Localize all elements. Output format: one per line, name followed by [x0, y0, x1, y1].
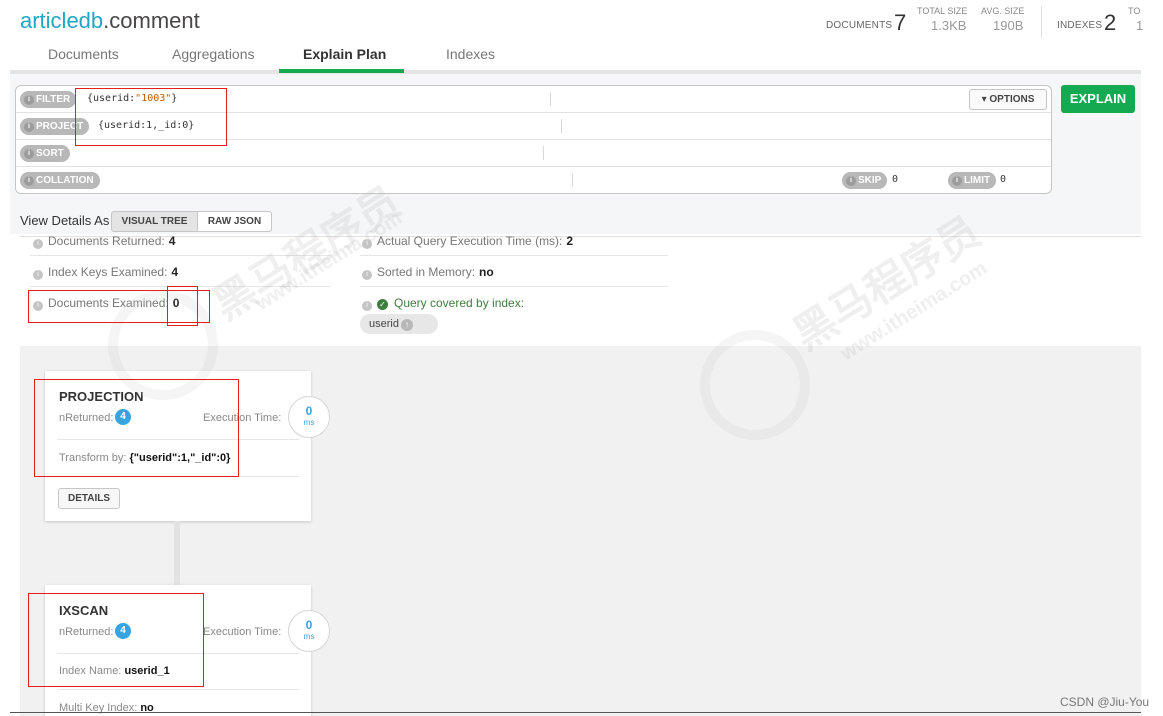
stats-divider — [1041, 6, 1042, 38]
total-size-label: TOTAL SIZE — [917, 6, 968, 16]
view-details-label: View Details As — [20, 213, 110, 228]
execution-time-unit: ms — [303, 418, 315, 427]
options-button[interactable]: ▾ OPTIONS — [969, 89, 1047, 110]
check-circle-icon: ✓ — [377, 299, 388, 310]
info-icon: i — [24, 122, 34, 132]
info-icon: i — [952, 176, 962, 186]
avg-size-value: 190B — [993, 18, 1024, 33]
info-icon: i — [362, 270, 372, 280]
info-icon: i — [33, 239, 43, 249]
annotation-box-ixscan — [28, 593, 204, 687]
execution-time-row: i Actual Query Execution Time (ms): 2 — [362, 234, 573, 249]
info-icon: i — [24, 149, 34, 159]
skip-input[interactable]: 0 — [892, 174, 898, 185]
annotation-box-zero — [167, 286, 198, 326]
details-button[interactable]: DETAILS — [58, 488, 120, 509]
documents-returned-row: i Documents Returned: 4 — [33, 234, 175, 249]
indexes-stat-label: INDEXES — [1057, 20, 1103, 31]
indexes-stat-value: 2 — [1104, 10, 1117, 35]
sort-divider — [543, 146, 544, 160]
watermark-logo — [700, 330, 810, 440]
tab-indexes[interactable]: Indexes — [446, 46, 495, 62]
sort-label: i SORT — [20, 145, 70, 162]
info-icon: i — [24, 95, 34, 105]
filter-label: i FILTER — [20, 91, 77, 108]
avg-size-label: AVG. SIZE — [981, 6, 1025, 16]
stage-divider — [57, 689, 299, 690]
info-icon: i — [846, 176, 856, 186]
annotation-box-projection — [34, 379, 239, 477]
execution-time-unit: ms — [303, 632, 315, 641]
total-size-value: 1.3KB — [931, 18, 967, 33]
execution-time-clock: 0 ms — [288, 610, 330, 652]
execution-time-value: 0 — [305, 404, 313, 418]
bottom-border — [10, 712, 1141, 713]
limit-input[interactable]: 0 — [1000, 174, 1006, 185]
collation-label: i COLLATION — [20, 172, 100, 189]
index-keys-examined-row: i Index Keys Examined: 4 — [33, 265, 178, 280]
documents-stat-label: DOCUMENTS — [826, 20, 893, 31]
total-index-size-value: 1 — [1136, 18, 1144, 33]
collation-divider — [572, 173, 573, 187]
annotation-box-filter — [75, 88, 227, 146]
collation-row[interactable]: i COLLATION i SKIP 0 i LIMIT 0 — [16, 167, 1051, 193]
execution-time-clock: 0 ms — [288, 396, 330, 438]
summary-divider — [360, 255, 668, 256]
sorted-in-memory-row: i Sorted in Memory: no — [362, 265, 494, 280]
skip-label: i SKIP — [842, 172, 888, 189]
limit-label: i LIMIT — [948, 172, 997, 189]
tab-aggregations[interactable]: Aggregations — [172, 46, 255, 62]
active-tab-indicator — [279, 69, 404, 73]
execution-time-value: 0 — [305, 618, 313, 632]
index-tag[interactable]: userid ↑ — [360, 314, 438, 334]
tab-documents[interactable]: Documents — [48, 46, 119, 62]
info-icon: i — [362, 301, 372, 311]
collection-title: articledb.comment — [20, 8, 200, 33]
project-divider — [561, 119, 562, 133]
query-covered-row: i ✓ Query covered by index: — [362, 296, 524, 311]
filter-divider — [550, 92, 551, 106]
documents-stat-value: 7 — [894, 10, 907, 35]
credit-text: CSDN @Jiu-You — [1060, 695, 1150, 709]
arrow-up-icon: ↑ — [400, 319, 413, 331]
visual-tree-button[interactable]: VISUAL TREE — [111, 211, 198, 232]
summary-divider — [360, 286, 668, 287]
execution-time-label: Execution Time: — [203, 626, 282, 638]
raw-json-button[interactable]: RAW JSON — [197, 211, 272, 232]
stage-connector — [174, 521, 180, 585]
tab-explain-plan[interactable]: Explain Plan — [303, 46, 386, 62]
info-icon: i — [24, 176, 34, 186]
total-index-size-label: TO — [1128, 6, 1141, 16]
info-icon: i — [33, 270, 43, 280]
explain-button[interactable]: EXPLAIN — [1061, 85, 1135, 113]
